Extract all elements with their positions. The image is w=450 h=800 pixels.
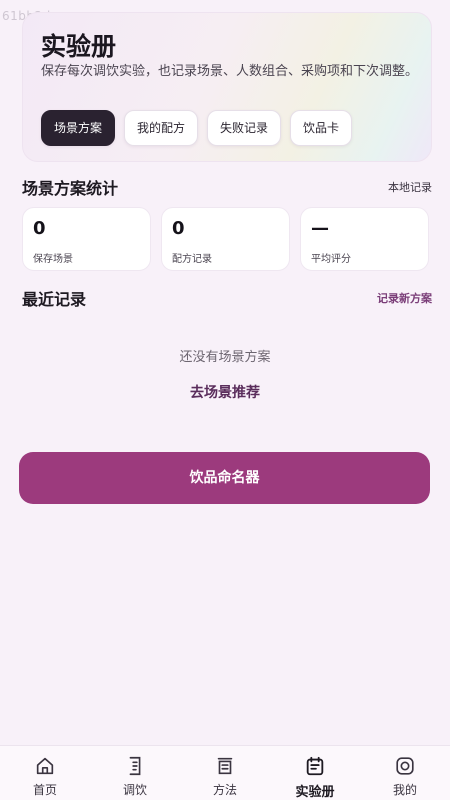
recent-section-title: 最近记录 [22, 290, 87, 309]
tab-home[interactable]: 首页 [0, 746, 90, 800]
stat-card-recipe-records: 0 配方记录 [161, 207, 290, 271]
lab-notebook-icon [306, 756, 324, 776]
tab-method[interactable]: 方法 [180, 746, 270, 800]
tab-label: 我的 [392, 783, 417, 797]
stat-value: — [311, 218, 329, 239]
stats-section-header: 场景方案统计 本地记录 [22, 175, 432, 199]
stats-row: 0 保存场景 0 配方记录 — 平均评分 [22, 207, 429, 271]
method-icon [217, 757, 233, 775]
tab-drink-cards[interactable]: 饮品卡 [290, 110, 353, 146]
page-title: 实验册 [41, 32, 117, 61]
local-records-link[interactable]: 本地记录 [388, 179, 432, 195]
go-scene-recommend-link[interactable]: 去场景推荐 [0, 382, 450, 402]
tab-label: 方法 [212, 783, 237, 797]
recipe-icon [129, 756, 141, 776]
page-description: 保存每次调饮实验，也记录场景、人数组合、采购项和下次调整。 [41, 64, 419, 79]
bottom-tab-bar: 首页 调饮 方法 实验册 我的 [0, 745, 450, 800]
tab-failure-records[interactable]: 失败记录 [207, 110, 282, 146]
tab-lab-notebook[interactable]: 实验册 [270, 746, 360, 800]
empty-state-text: 还没有场景方案 [179, 350, 271, 365]
home-icon [36, 757, 54, 775]
stat-label: 平均评分 [311, 254, 351, 265]
stat-card-average-rating: — 平均评分 [300, 207, 429, 271]
stat-label: 保存场景 [33, 254, 73, 265]
stats-section-title: 场景方案统计 [22, 179, 119, 198]
tab-my-recipes[interactable]: 我的配方 [124, 110, 199, 146]
tab-profile[interactable]: 我的 [360, 746, 450, 800]
stat-card-saved-scenes: 0 保存场景 [22, 207, 151, 271]
profile-icon [396, 757, 414, 775]
tab-label: 首页 [32, 783, 57, 797]
recent-section-header: 最近记录 记录新方案 [22, 286, 432, 310]
drink-namer-button[interactable]: 饮品命名器 [19, 452, 430, 504]
hero-card: 实验册 保存每次调饮实验，也记录场景、人数组合、采购项和下次调整。 场景方案 我… [22, 12, 432, 162]
stat-value: 0 [172, 218, 185, 239]
new-plan-link[interactable]: 记录新方案 [377, 290, 432, 306]
tab-mix[interactable]: 调饮 [90, 746, 180, 800]
tab-label: 实验册 [295, 785, 335, 800]
tab-scene-plans[interactable]: 场景方案 [41, 110, 116, 146]
stat-label: 配方记录 [172, 254, 212, 265]
tab-label: 调饮 [122, 783, 147, 797]
stat-value: 0 [33, 218, 46, 239]
segment-tabs: 场景方案 我的配方 失败记录 饮品卡 [41, 110, 353, 146]
